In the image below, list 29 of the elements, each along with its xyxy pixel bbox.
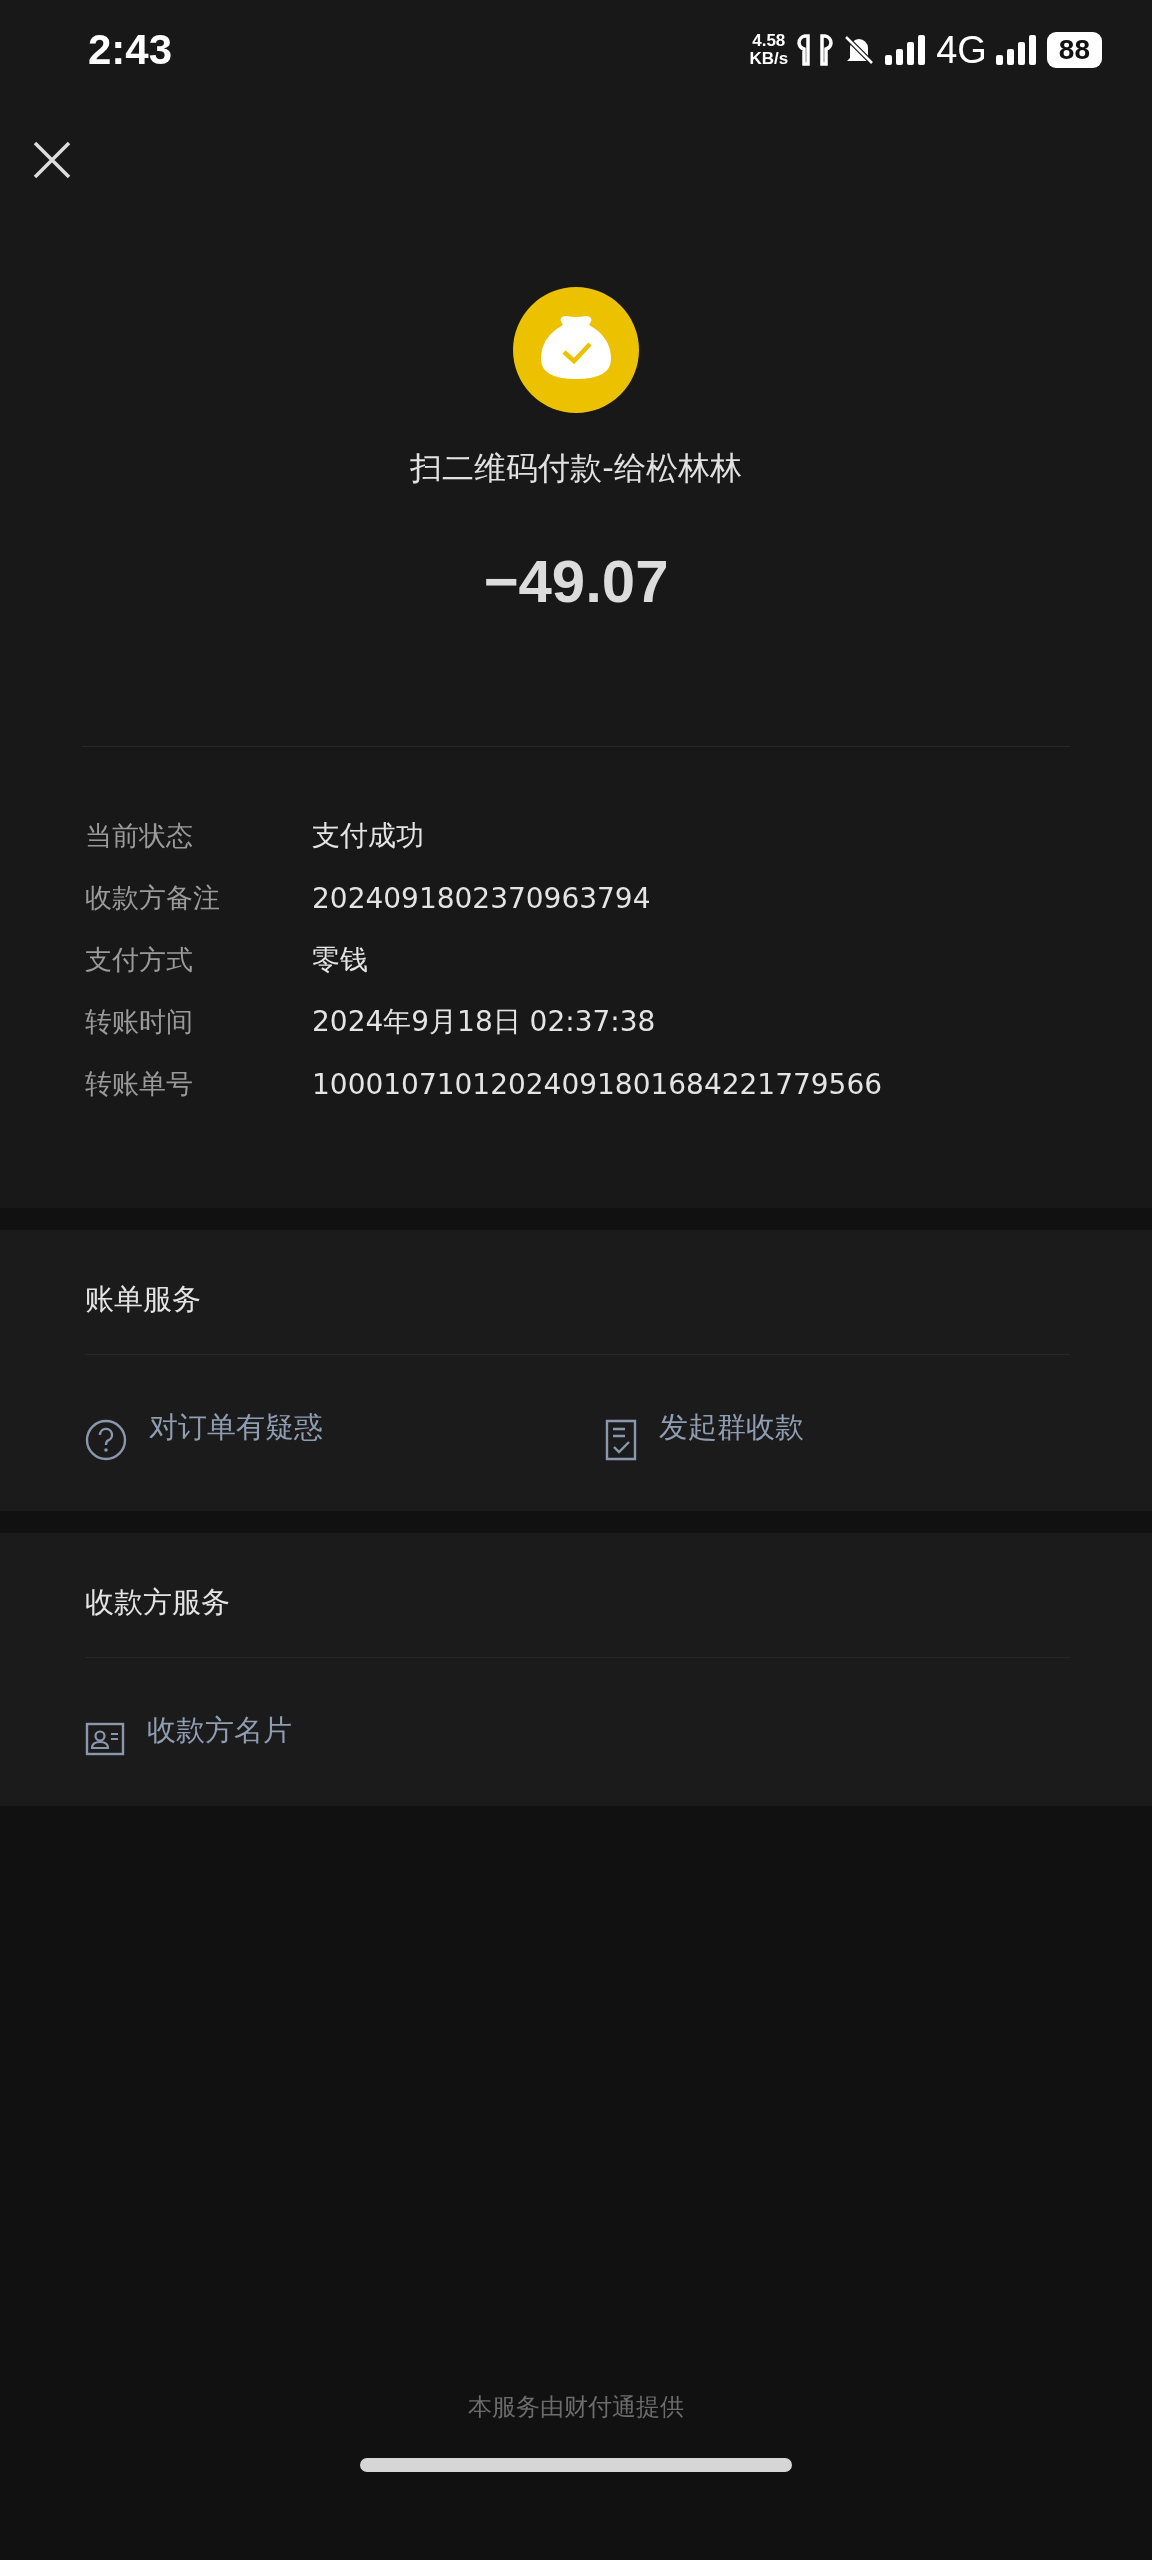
detail-value: 2024091802370963794: [312, 881, 651, 915]
service-link[interactable]: 对订单有疑惑: [85, 1407, 605, 1461]
detail-label: 当前状态: [85, 819, 194, 853]
money-bag-icon: [513, 287, 639, 413]
contact-card-icon: [85, 1722, 125, 1756]
close-icon[interactable]: [32, 140, 72, 180]
detail-value: 零钱: [312, 942, 368, 978]
section-title: 收款方服务: [84, 1584, 231, 1621]
detail-label: 支付方式: [85, 943, 194, 977]
service-link[interactable]: 收款方名片: [85, 1710, 605, 1756]
detail-label: 收款方备注: [85, 881, 221, 915]
status-time: 2:43: [88, 26, 173, 74]
earbuds-icon: [796, 33, 835, 67]
service-link[interactable]: 发起群收款: [605, 1407, 1125, 1461]
detail-label: 转账单号: [85, 1067, 194, 1101]
detail-value: 10001071012024091801684221779566: [312, 1067, 883, 1101]
network-speed: 4.58 KB/s: [749, 32, 789, 68]
provider-note: 本服务由财付通提供: [467, 2392, 685, 2423]
payment-amount: −49.07: [483, 547, 669, 616]
help-icon: [85, 1419, 127, 1461]
detail-value: 支付成功: [312, 818, 424, 854]
section-title: 账单服务: [84, 1281, 202, 1318]
detail-value: 2024年9月18日 02:37:38: [312, 1004, 656, 1040]
payment-title: 扫二维码付款-给松林林: [410, 448, 742, 489]
detail-label: 转账时间: [85, 1005, 194, 1039]
battery-level: 88: [1046, 32, 1102, 68]
signal-icon: [994, 33, 1039, 67]
network-type: 4G: [936, 28, 987, 72]
checklist-icon: [605, 1419, 637, 1461]
